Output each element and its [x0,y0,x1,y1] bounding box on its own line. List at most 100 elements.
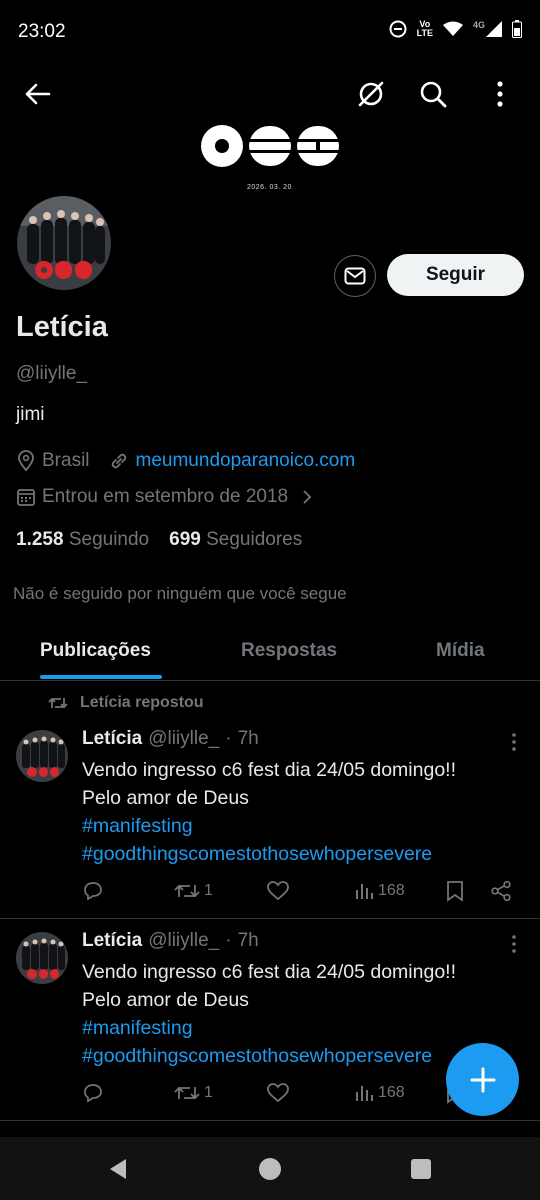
post-line: Vendo ingresso c6 fest dia 24/05 domingo… [82,961,457,983]
post-avatar[interactable] [16,730,68,782]
follow-button[interactable]: Seguir [387,254,524,296]
bookmark-button[interactable] [446,876,464,906]
reply-button[interactable] [82,1078,104,1108]
views-icon [356,884,373,899]
profile-bio: jimi [16,404,45,425]
post-line: Vendo ingresso c6 fest dia 24/05 domingo… [82,759,457,781]
bookmark-icon [447,881,463,902]
wifi-icon [442,21,463,36]
post-header: Letícia @liiylle_ · 7h [82,930,259,952]
followers-count-link[interactable]: 699 Seguidores [169,529,302,551]
hashtag-link[interactable]: #manifesting [82,812,522,840]
follow-counts: 1.258 Seguindo 699 Seguidores [16,529,302,551]
compose-post-button[interactable] [446,1043,519,1116]
post-time: 7h [237,728,259,749]
post-divider [0,918,540,919]
post-author-handle: @liiylle_ [148,728,220,749]
do-not-disturb-icon [389,20,407,38]
location-pin-icon [18,450,34,472]
status-icons: Vo LTE 4G [389,20,522,38]
profile-avatar[interactable] [14,193,114,293]
post-text: Vendo ingresso c6 fest dia 24/05 domingo… [82,756,522,868]
arrow-left-icon [25,83,51,105]
following-label: Seguindo [68,529,150,550]
followers-label: Seguidores [206,529,303,550]
joined-row[interactable]: Entrou em setembro de 2018 [16,486,314,508]
system-nav-bar [0,1137,540,1200]
profile-tabs: Publicações Respostas Mídia [0,622,540,681]
followers-count: 699 [169,529,201,550]
post-author-handle: @liiylle_ [148,930,220,951]
post-divider [0,1120,540,1121]
post-line: Pelo amor de Deus [82,989,249,1011]
message-button[interactable] [334,255,376,297]
more-vertical-icon [497,81,503,107]
nav-recents-icon [411,1159,431,1179]
post-more-button[interactable] [502,932,526,956]
tab-midia[interactable]: Mídia [436,622,485,680]
views-icon [356,1086,373,1101]
search-icon [420,81,447,108]
back-button[interactable] [15,72,59,116]
battery-icon [512,20,522,38]
views-button[interactable]: 168 [354,876,405,906]
post-header: Letícia @liiylle_ · 7h [82,728,259,750]
reply-icon [84,882,102,901]
tab-respostas[interactable]: Respostas [241,622,337,680]
more-vertical-icon [512,733,516,751]
heart-icon [267,881,289,901]
search-button[interactable] [411,72,455,116]
like-button[interactable] [266,876,290,906]
chevron-right-icon [303,490,312,504]
repost-icon [174,1086,200,1100]
nav-back-button[interactable] [106,1157,130,1186]
calendar-icon [17,489,35,506]
profile-website-link[interactable]: meumundoparanoico.com [136,450,356,472]
profile-name: Letícia [16,311,108,343]
profile-handle: @liiylle_ [16,363,88,384]
volte-indicator: Vo LTE [416,19,433,38]
status-bar: 23:02 Vo LTE 4G [0,0,540,62]
post-author-name[interactable]: Letícia [82,728,142,750]
post-time: 7h [237,930,259,951]
repost-count: 1 [204,1084,213,1101]
link-icon [111,453,126,469]
nav-home-icon [259,1158,281,1180]
tab-publicacoes[interactable]: Publicações [40,622,151,680]
heart-icon [267,1083,289,1103]
post-dot: · [225,930,232,951]
more-options-button[interactable] [478,72,522,116]
view-count: 168 [378,882,405,899]
profile-meta-row: Brasil meumundoparanoico.com [16,450,355,472]
post-author-name[interactable]: Letícia [82,930,142,952]
following-count-link[interactable]: 1.258 Seguindo [16,529,149,551]
banner-date: 2026. 03. 20 [247,184,292,191]
followed-by-text: Não é seguido por ninguém que você segue [13,584,347,603]
plus-icon [470,1067,495,1092]
reply-button[interactable] [82,876,104,906]
repost-button[interactable]: 1 [174,876,213,906]
repost-icon [174,884,200,898]
share-button[interactable] [490,876,512,906]
views-button[interactable]: 168 [354,1078,405,1108]
more-vertical-icon [512,935,516,953]
hide-button[interactable] [349,72,393,116]
hashtag-link[interactable]: #goodthingscomestothosewhopersevere [82,840,522,868]
post-line: Pelo amor de Deus [82,787,249,809]
network-indicator: 4G [473,21,502,37]
repost-button[interactable]: 1 [174,1078,213,1108]
banner-logo [200,124,340,168]
hashtag-link[interactable]: #manifesting [82,1014,522,1042]
reply-icon [84,1084,102,1103]
signal-icon [486,21,502,37]
post-item[interactable]: Letícia @liiylle_ · 7h Vendo ingresso c6… [0,728,540,918]
post-actions: 1 168 [82,876,522,906]
nav-home-button[interactable] [258,1157,282,1186]
like-button[interactable] [266,1078,290,1108]
post-more-button[interactable] [502,730,526,754]
post-dot: · [225,728,232,749]
nav-recents-button[interactable] [410,1158,432,1185]
repost-icon [48,697,68,709]
hide-icon [358,81,384,107]
post-avatar[interactable] [16,932,68,984]
